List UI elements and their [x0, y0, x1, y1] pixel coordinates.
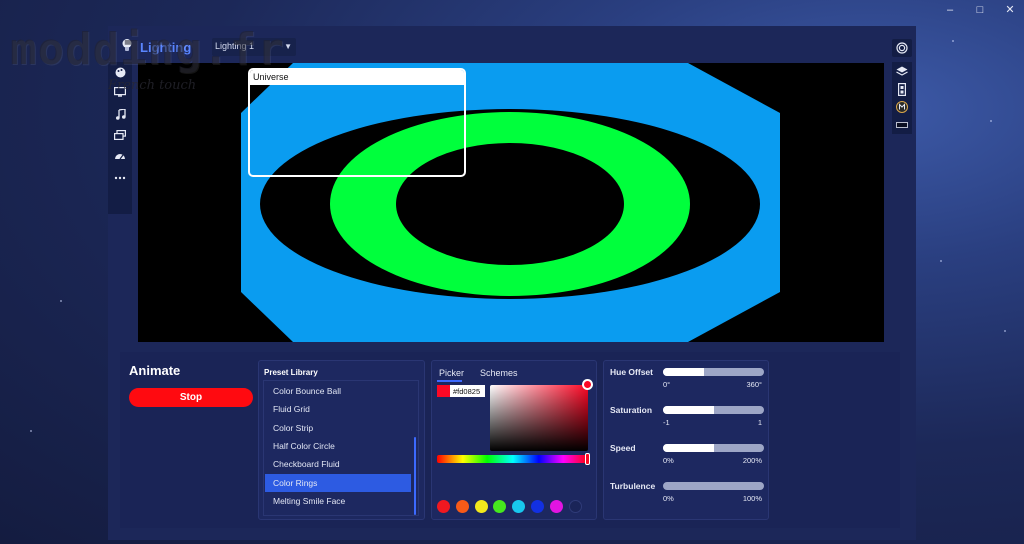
more-icon [114, 176, 126, 180]
color-swatch[interactable] [568, 500, 582, 513]
watermark-logo: modding.fr [10, 24, 285, 75]
bar-device-button[interactable] [892, 116, 912, 134]
device-strip-button[interactable] [892, 80, 912, 98]
app-window: Lighting Lighting 1 ▼ Universe Animate S… [108, 26, 916, 540]
preset-library: Preset Library Color Bounce Ball Fluid Gr… [258, 360, 425, 520]
preset-item[interactable]: Fluid Grid [265, 400, 411, 418]
parameter-slider[interactable] [663, 368, 764, 376]
color-swatch[interactable] [437, 500, 450, 513]
preset-library-title: Preset Library [264, 368, 318, 377]
preset-item[interactable]: Color Bounce Ball [265, 382, 411, 400]
hue-slider[interactable] [437, 455, 589, 463]
layers-icon [896, 66, 908, 76]
minimize-button[interactable]: – [944, 4, 956, 16]
watermark-tagline: French touch [108, 78, 197, 93]
slider-min-label: 0% [663, 494, 674, 503]
slider-label: Speed [610, 443, 636, 453]
color-swatch[interactable] [512, 500, 526, 513]
device-strip-icon [898, 82, 906, 96]
stop-button[interactable]: Stop [129, 388, 253, 407]
close-button[interactable]: ✕ [1004, 4, 1016, 16]
window-controls: – □ ✕ [944, 4, 1016, 16]
bar-device-icon [896, 122, 908, 128]
maximize-button[interactable]: □ [974, 4, 986, 16]
current-color-swatch [437, 385, 450, 397]
slider-max-label: 360° [746, 380, 762, 389]
tab-picker[interactable]: Picker [439, 368, 464, 378]
slider-fill [663, 406, 714, 414]
chevron-down-icon: ▼ [284, 42, 292, 51]
parameter-slider[interactable] [663, 406, 764, 414]
right-toolbar [892, 62, 912, 134]
slider-label: Turbulence [610, 481, 656, 491]
layers-button[interactable] [892, 62, 912, 80]
color-swatch[interactable] [474, 500, 488, 513]
slider-min-label: -1 [663, 418, 670, 427]
preset-scrollbar[interactable] [414, 437, 416, 515]
spiral-button[interactable] [892, 39, 912, 57]
effect-parameters: Hue Offset 0° 360° Saturation -1 1 Speed 0% 200%… [603, 360, 769, 520]
slider-fill [663, 368, 705, 376]
color-swatch[interactable] [549, 500, 563, 513]
preset-list[interactable]: Color Bounce Ball Fluid Grid Color Strip Ha… [263, 380, 419, 516]
tool-music[interactable] [108, 104, 132, 124]
effect-canvas[interactable]: Universe [138, 63, 884, 342]
slider-max-label: 100% [742, 494, 762, 503]
universe-overlay[interactable]: Universe [248, 68, 466, 177]
color-swatch[interactable] [531, 500, 544, 513]
slider-max-label: 200% [742, 456, 762, 465]
slider-fill [663, 444, 714, 452]
music-icon [115, 108, 126, 120]
color-swatch[interactable] [493, 500, 507, 513]
parameter-slider[interactable] [663, 444, 764, 452]
animate-panel: Animate Stop Preset Library Color Bounce… [120, 352, 900, 528]
windows-icon [114, 130, 126, 140]
module-button[interactable] [892, 98, 912, 116]
tool-layers[interactable] [108, 125, 132, 145]
preset-item[interactable]: Half Color Circle [265, 437, 411, 455]
active-tab-indicator [437, 380, 462, 382]
slider-min-label: 0° [663, 380, 671, 389]
animate-title: Animate [129, 363, 181, 378]
slider-min-label: 0% [663, 456, 674, 465]
preset-item[interactable]: Color Rings [265, 473, 411, 492]
preset-item[interactable]: Melting Smile Face [265, 492, 411, 510]
color-swatch[interactable] [455, 500, 469, 513]
slider-label: Hue Offset [610, 367, 653, 377]
module-icon [896, 101, 908, 113]
hex-input[interactable]: #fd0825 [450, 385, 485, 397]
slider-max-label: 1 [757, 418, 762, 427]
preset-item[interactable]: Checkboard Fluid [265, 455, 411, 473]
saturation-value-handle[interactable] [582, 379, 593, 390]
spiral-icon [896, 42, 908, 54]
preset-item[interactable]: Color Strip [265, 419, 411, 437]
tab-schemes[interactable]: Schemes [480, 368, 518, 378]
tool-gauge[interactable] [108, 146, 132, 166]
saturation-value-area[interactable] [490, 385, 588, 451]
tool-more[interactable] [108, 168, 132, 188]
parameter-slider[interactable] [663, 482, 764, 490]
gauge-icon [115, 154, 125, 160]
hue-slider-handle[interactable] [585, 453, 590, 465]
color-picker-card: Picker Schemes #fd0825 [431, 360, 597, 520]
slider-label: Saturation [610, 405, 653, 415]
